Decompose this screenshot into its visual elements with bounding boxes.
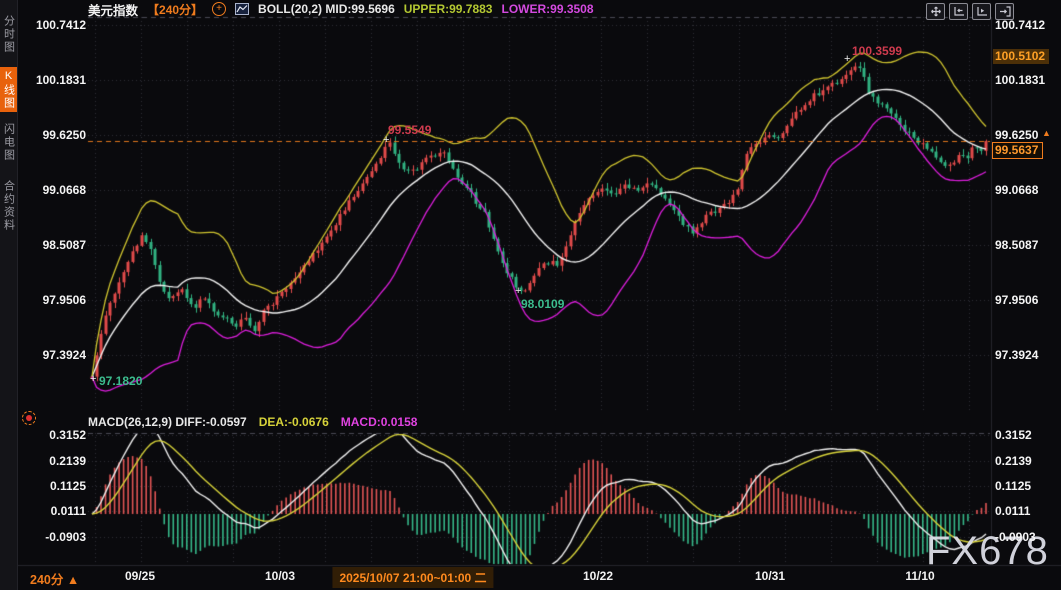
price-axis-label: 98.5087 [20,238,86,252]
date-axis-label: 10/31 [755,569,785,583]
macd-axis-label: 0.2139 [20,454,86,468]
macd-header: MACD(26,12,9) DIFF:-0.0597 DEA:-0.0676 M… [88,415,417,429]
boll-upper-value: UPPER:99.7883 [404,2,493,16]
price-axis-label: 98.5087 [995,238,1038,252]
timeframe-selector[interactable]: 240分 ▲ [30,569,79,588]
price-annotation: 98.0109 [521,297,564,311]
boll-lower-value: LOWER:99.3508 [501,2,593,16]
expand-icon[interactable]: + [212,2,226,16]
macd-axis-label: 0.0111 [20,504,86,518]
price-annotation: 97.1820 [99,374,142,388]
macd-indicator-icon[interactable] [22,411,36,425]
price-axis-label: 100.1831 [20,73,86,87]
date-axis-label: 10/03 [265,569,295,583]
macd-hist-value: MACD:0.0158 [341,415,418,429]
extreme-cross-marker: + [383,136,389,144]
macd-axis-label: 0.3152 [995,428,1032,442]
price-axis-label: 97.3924 [20,348,86,362]
fit-y-axis-button[interactable] [949,3,968,20]
macd-axis-label: 0.0111 [995,504,1030,518]
sidebar-item-timeline-chart[interactable]: 分时图 [0,3,17,65]
crosshair-date-label: 2025/10/07 21:00~01:00 二 [332,567,493,588]
macd-axis-label: -0.0903 [995,530,1036,544]
macd-axis-label: 0.1125 [20,479,86,493]
price-axis-label: 97.3924 [995,348,1038,362]
date-axis-label: 10/22 [583,569,613,583]
last-price-marker: 99.5637 [992,142,1043,159]
date-axis-label: 11/10 [905,569,934,583]
extreme-cross-marker: + [90,375,96,383]
boll-mid-value: BOLL(20,2) MID:99.5696 [258,2,395,16]
macd-axis-label: 0.1125 [995,479,1031,493]
price-axis-label: 99.6250 [20,128,86,142]
price-annotation: 99.5549 [388,123,431,137]
price-axis-label: 97.9506 [995,293,1038,307]
price-axis-label: 99.0668 [20,183,86,197]
price-annotation: 100.3599 [852,44,902,58]
sidebar-item-contract-info[interactable]: 合约资料 [0,172,17,240]
symbol-name: 美元指数 [88,0,138,19]
price-axis-label: 100.7412 [20,18,86,32]
extreme-cross-marker: + [515,287,521,295]
price-axis-label: 99.0668 [995,183,1038,197]
price-axis-label: 99.6250 [995,128,1038,142]
macd-diff-value: MACD(26,12,9) DIFF:-0.0597 [88,415,247,429]
date-axis-label: 09/25 [125,569,155,583]
fit-x-axis-button[interactable] [972,3,991,20]
macd-axis-label: 0.3152 [20,428,86,442]
macd-dea-value: DEA:-0.0676 [259,415,329,429]
chart-header: 美元指数 【240分】 + BOLL(20,2) MID:99.5696 UPP… [88,1,594,17]
trading-app-window: 分时图 K线图 闪电图 合约资料 美元指数 【240分】 + BOLL(20,2… [0,0,1061,590]
chart-canvas[interactable] [0,0,1061,590]
price-axis-label: 97.9506 [20,293,86,307]
move-tool-button[interactable] [926,3,945,20]
indicator-chart-icon [235,3,249,15]
sidebar-item-lightning-chart[interactable]: 闪电图 [0,116,17,168]
price-axis-label: 100.1831 [995,73,1045,87]
sidebar: 分时图 K线图 闪电图 合约资料 [0,0,18,590]
macd-axis-label: -0.0903 [20,530,86,544]
price-axis-label: 100.7412 [995,18,1045,32]
macd-axis-label: 0.2139 [995,454,1032,468]
timeframe-label[interactable]: 【240分】 [147,1,203,18]
price-arrow-icon: ▲ [1042,128,1051,138]
alert-level-marker: 100.5102 [993,49,1049,64]
sidebar-item-candle-chart[interactable]: K线图 [0,67,17,112]
extreme-cross-marker: + [844,55,850,63]
